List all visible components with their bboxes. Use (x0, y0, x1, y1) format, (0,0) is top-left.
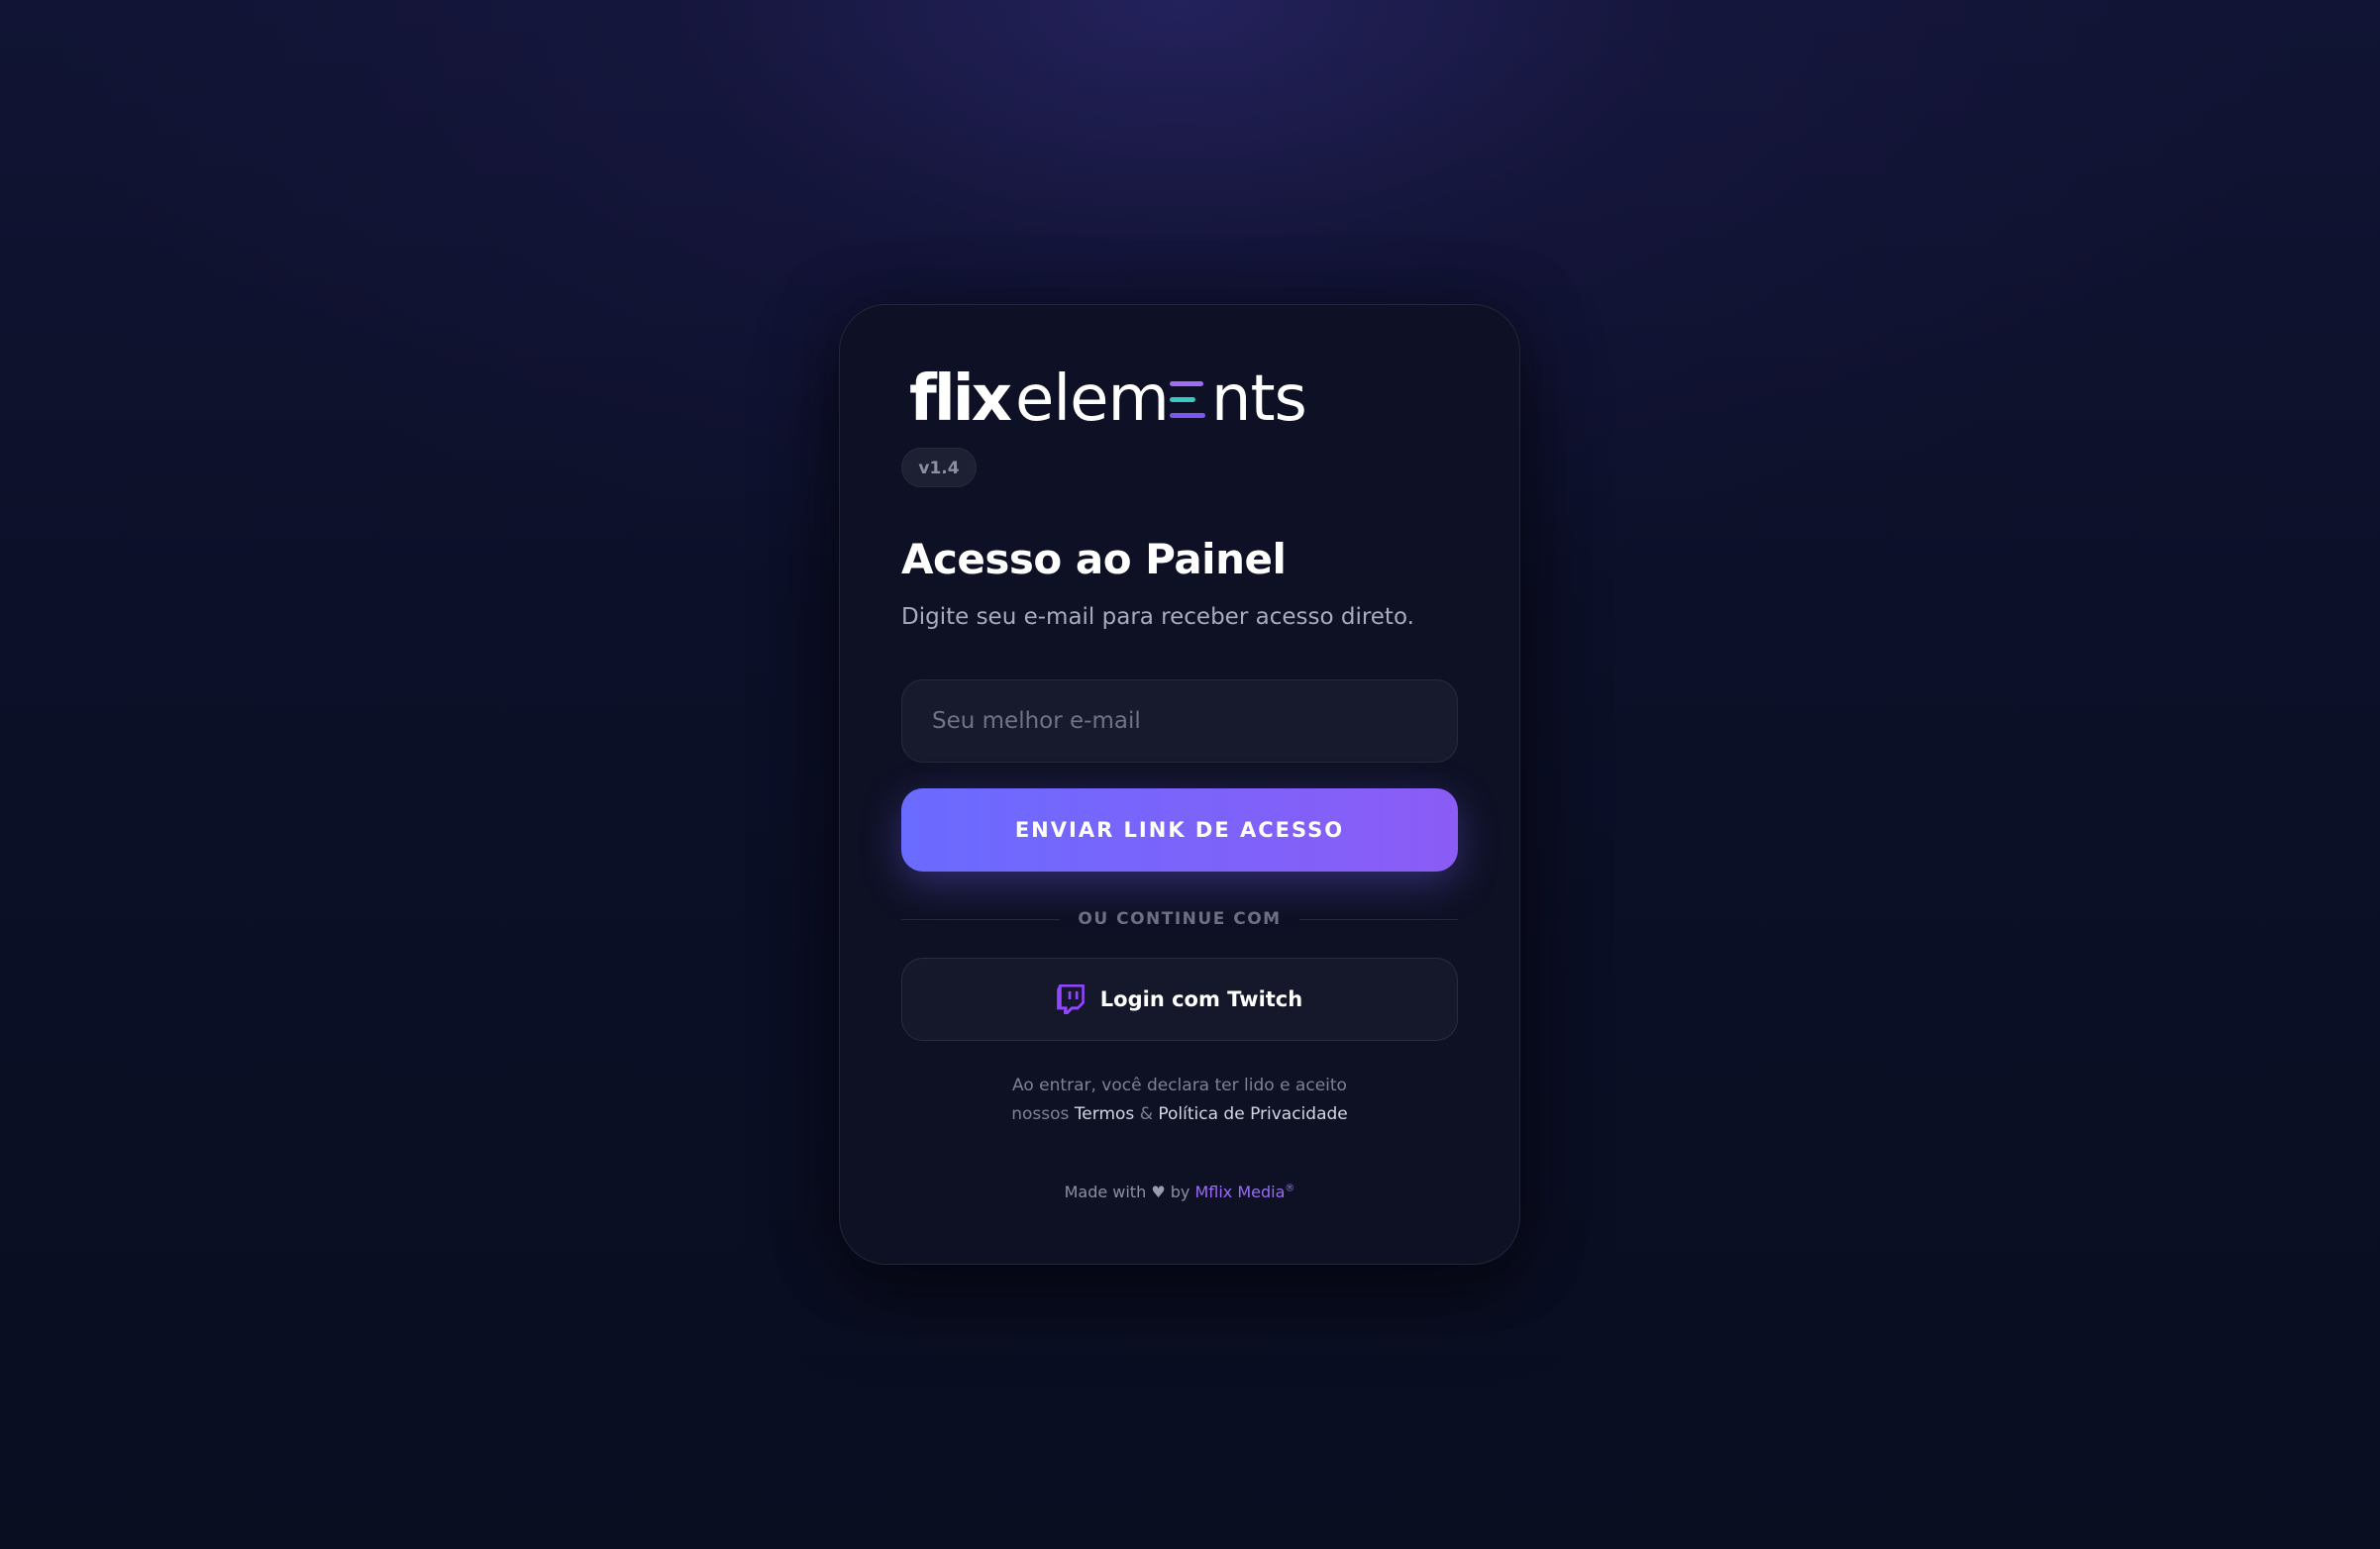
flix-elements-logo: flixelem nts (909, 360, 1307, 439)
heart-icon: ♥ (1151, 1183, 1166, 1201)
login-card: flixelem nts v1.4 Acesso ao Painel Digite… (839, 304, 1520, 1265)
twitch-icon (1056, 984, 1085, 1014)
privacy-policy-link[interactable]: Política de Privacidade (1158, 1104, 1347, 1124)
registered-mark: ® (1285, 1183, 1295, 1194)
page-title: Acesso ao Painel (901, 535, 1287, 583)
send-access-link-button[interactable]: ENVIAR LINK DE ACESSO (901, 788, 1458, 872)
by-text: by (1170, 1183, 1190, 1201)
email-input[interactable] (901, 679, 1458, 763)
divider-line-right (1298, 918, 1459, 920)
terms-link[interactable]: Termos (1075, 1104, 1134, 1124)
legal-prefix: nossos (1011, 1104, 1070, 1124)
legal-notice: Ao entrar, você declara ter lido e aceit… (901, 1072, 1458, 1129)
company-name: Mflix Media (1194, 1183, 1286, 1201)
legal-line-1: Ao entrar, você declara ter lido e aceit… (1012, 1076, 1347, 1095)
twitch-login-label: Login com Twitch (1099, 987, 1303, 1011)
company-link[interactable]: Mflix Media® (1194, 1183, 1294, 1201)
made-with-footer: Made with ♥ by Mflix Media® (901, 1183, 1458, 1201)
logo-elements-text: elem nts (1015, 362, 1307, 436)
logo-e-bars-icon (1169, 378, 1209, 422)
legal-separator: & (1139, 1104, 1153, 1124)
divider-line-left (901, 918, 1061, 920)
logo-flix-text: flix (909, 362, 1012, 436)
logo-elements-start: elem (1015, 362, 1170, 436)
logo-elements-end: nts (1210, 362, 1307, 436)
twitch-login-button[interactable]: Login com Twitch (901, 958, 1458, 1041)
made-with-text: Made with (1064, 1183, 1147, 1201)
divider-text: OU CONTINUE COM (1078, 909, 1282, 929)
legal-line-2: nossos Termos & Política de Privacidade (901, 1100, 1458, 1129)
page-subtitle: Digite seu e-mail para receber acesso di… (901, 604, 1414, 630)
or-continue-divider: OU CONTINUE COM (901, 907, 1459, 931)
version-badge: v1.4 (901, 448, 977, 487)
